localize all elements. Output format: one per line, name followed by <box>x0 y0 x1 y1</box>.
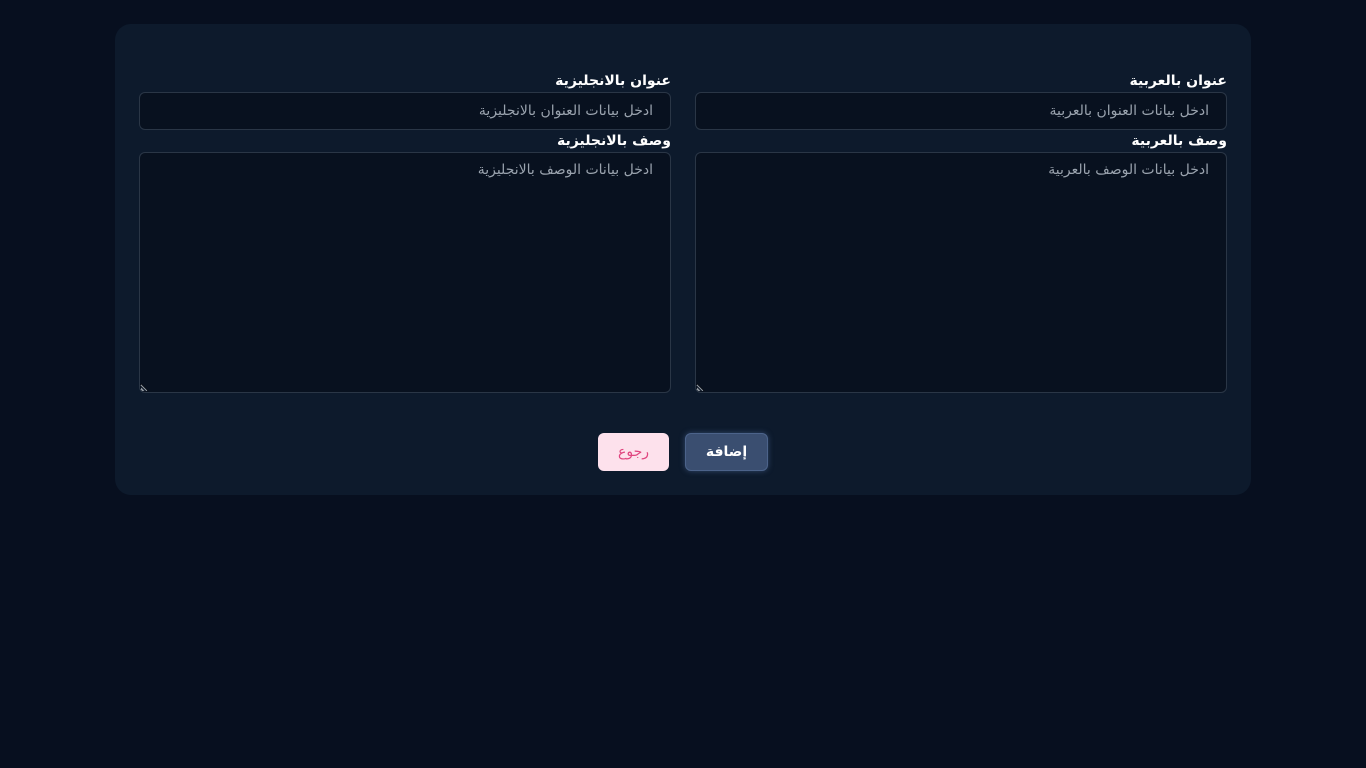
back-button[interactable]: رجوع <box>598 433 669 471</box>
desc-en-label: وصف بالانجليزية <box>557 133 671 149</box>
desc-en-textarea[interactable] <box>139 152 671 393</box>
form-card: عنوان بالعربية عنوان بالانجليزية وصف بال… <box>115 24 1251 495</box>
field-title-en: عنوان بالانجليزية <box>139 72 671 132</box>
field-desc-ar: وصف بالعربية <box>695 132 1227 394</box>
desc-ar-label: وصف بالعربية <box>1131 133 1227 149</box>
field-desc-en: وصف بالانجليزية <box>139 132 671 394</box>
title-ar-label: عنوان بالعربية <box>1129 73 1227 89</box>
title-en-input[interactable] <box>139 92 671 130</box>
field-title-ar: عنوان بالعربية <box>695 72 1227 132</box>
desc-ar-textarea[interactable] <box>695 152 1227 393</box>
title-en-label: عنوان بالانجليزية <box>555 73 671 89</box>
title-ar-input[interactable] <box>695 92 1227 130</box>
add-button[interactable]: إضافة <box>685 433 768 471</box>
